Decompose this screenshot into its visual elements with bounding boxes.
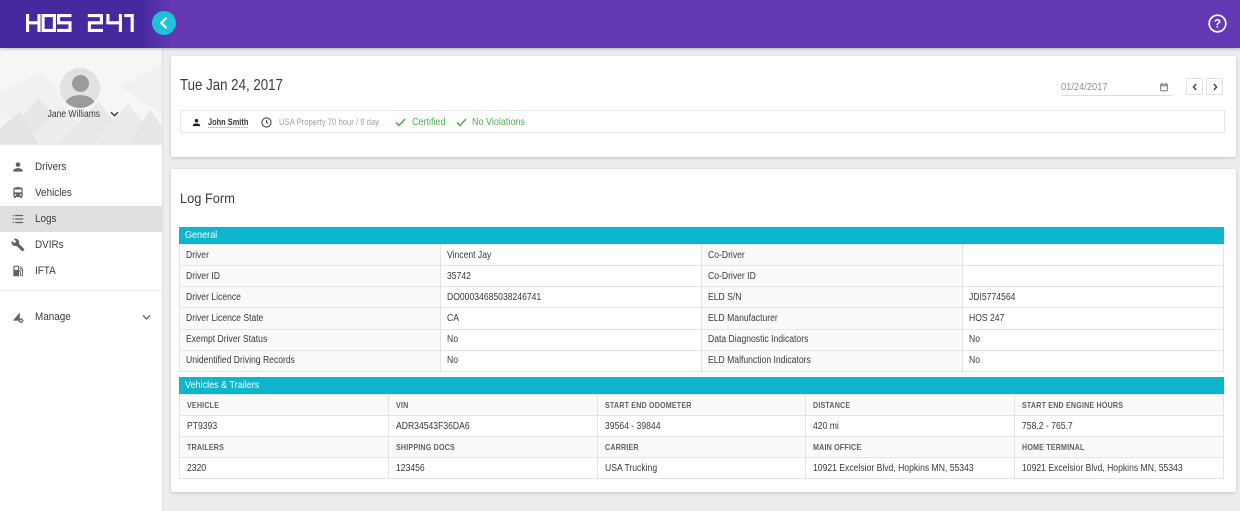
svg-text:?: ?: [1214, 19, 1221, 31]
